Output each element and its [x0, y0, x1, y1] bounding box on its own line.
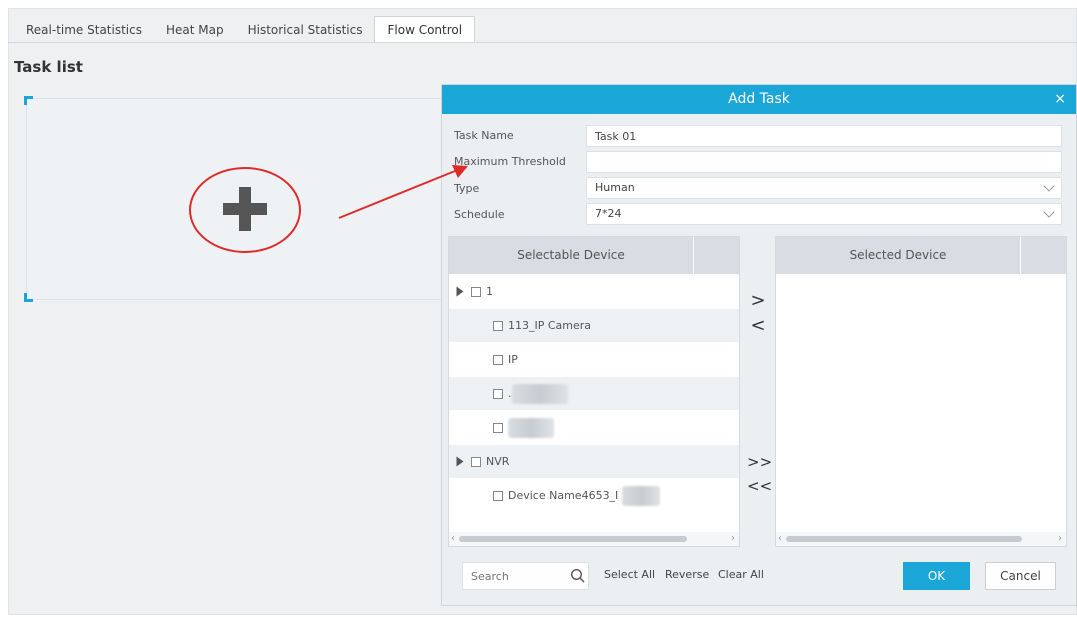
tree-item-label: 113_IP Camera — [508, 319, 592, 332]
tree-item-113-ip-camera[interactable]: 113_IP Camera — [449, 309, 739, 342]
checkbox[interactable] — [493, 354, 503, 365]
collapse-triangle-icon[interactable] — [456, 456, 464, 467]
scrollbar-thumb[interactable] — [786, 536, 1022, 542]
chevron-down-icon[interactable] — [1043, 206, 1055, 218]
tab-bar: Real-time Statistics Heat Map Historical… — [14, 16, 476, 42]
task-name-label: Task Name — [454, 129, 514, 142]
type-value: Human — [595, 181, 635, 194]
checkbox[interactable] — [493, 490, 503, 501]
move-right-button[interactable]: > — [747, 290, 769, 312]
scroll-left-icon[interactable]: ‹ — [451, 532, 455, 546]
selected-device-header: Selected Device — [776, 237, 1066, 274]
checkbox[interactable] — [493, 320, 503, 331]
select-all-button[interactable]: Select All — [604, 568, 655, 581]
tree-item-label: IP — [508, 353, 518, 366]
blurred-redaction — [511, 383, 568, 404]
tree-item-label: NVR — [486, 455, 510, 468]
move-all-left-button[interactable]: << — [747, 475, 772, 497]
max-threshold-input[interactable] — [595, 152, 1061, 172]
reverse-button[interactable]: Reverse — [665, 568, 709, 581]
card-corner-bottom-left — [24, 293, 33, 302]
checkbox[interactable] — [493, 388, 503, 399]
task-name-field[interactable] — [586, 125, 1062, 147]
move-left-button[interactable]: < — [747, 315, 769, 337]
tab-real-time-statistics[interactable]: Real-time Statistics — [14, 18, 154, 42]
app-window: Real-time Statistics Heat Map Historical… — [0, 0, 1077, 617]
tree-item-label: Device Name4653_I — [508, 489, 619, 502]
close-icon[interactable]: × — [1054, 85, 1066, 114]
schedule-label: Schedule — [454, 208, 505, 221]
selected-device-title: Selected Device — [849, 248, 947, 262]
card-corner-top-left — [24, 96, 33, 105]
max-threshold-field[interactable] — [586, 151, 1062, 173]
tab-heat-map[interactable]: Heat Map — [154, 18, 236, 42]
add-task-card[interactable] — [24, 96, 442, 302]
type-label: Type — [454, 182, 480, 195]
scroll-right-icon[interactable]: › — [1058, 532, 1062, 546]
schedule-value: 7*24 — [595, 207, 622, 220]
scroll-right-icon[interactable]: › — [731, 532, 735, 546]
scroll-left-icon[interactable]: ‹ — [778, 532, 782, 546]
ok-button[interactable]: OK — [903, 562, 970, 590]
tab-divider — [8, 42, 1077, 43]
scrollbar-thumb[interactable] — [459, 536, 687, 542]
header-divider — [693, 237, 694, 274]
selectable-device-title: Selectable Device — [517, 248, 625, 262]
blurred-redaction — [508, 417, 554, 438]
header-divider — [1020, 237, 1021, 274]
tree-item-blurred-1[interactable]: . — [449, 377, 739, 410]
cancel-button[interactable]: Cancel — [985, 562, 1056, 590]
task-name-input[interactable] — [595, 126, 1061, 146]
type-select[interactable]: Human — [586, 177, 1062, 199]
tab-historical-statistics[interactable]: Historical Statistics — [236, 18, 375, 42]
selected-device-panel: Selected Device ‹ › — [775, 236, 1067, 547]
task-list-title: Task list — [14, 58, 83, 76]
tree-item-device-name[interactable]: Device Name4653_I — [449, 479, 739, 512]
tree-item-label: 1 — [486, 285, 493, 298]
collapse-triangle-icon[interactable] — [456, 286, 464, 297]
horizontal-scrollbar[interactable]: ‹ › — [776, 532, 1066, 546]
tree-group-1[interactable]: 1 — [449, 275, 739, 308]
checkbox[interactable] — [471, 456, 481, 467]
selectable-device-header: Selectable Device — [449, 237, 739, 274]
dialog-header: Add Task × — [442, 85, 1076, 114]
clear-all-button[interactable]: Clear All — [718, 568, 764, 581]
horizontal-scrollbar[interactable]: ‹ › — [449, 532, 739, 546]
tree-item-label: . — [508, 387, 512, 400]
max-threshold-label: Maximum Threshold — [454, 155, 566, 168]
chevron-down-icon[interactable] — [1043, 180, 1055, 192]
schedule-select[interactable]: 7*24 — [586, 203, 1062, 225]
move-all-right-button[interactable]: >> — [747, 451, 772, 473]
search-icon[interactable] — [570, 568, 586, 584]
selectable-device-panel: Selectable Device 1 113_IP Camera IP . N… — [448, 236, 740, 547]
blurred-redaction — [622, 485, 661, 506]
dialog-title: Add Task — [728, 91, 790, 107]
add-task-dialog: Add Task × Task Name Maximum Threshold T… — [441, 84, 1077, 606]
tree-item-ip[interactable]: IP — [449, 343, 739, 376]
search-input[interactable] — [463, 563, 563, 589]
checkbox[interactable] — [471, 286, 481, 297]
tree-item-blurred-2[interactable] — [449, 411, 739, 444]
tab-flow-control[interactable]: Flow Control — [374, 16, 476, 42]
tree-group-nvr[interactable]: NVR — [449, 445, 739, 478]
add-task-plus-icon-bar[interactable] — [223, 203, 267, 215]
checkbox[interactable] — [493, 422, 503, 433]
